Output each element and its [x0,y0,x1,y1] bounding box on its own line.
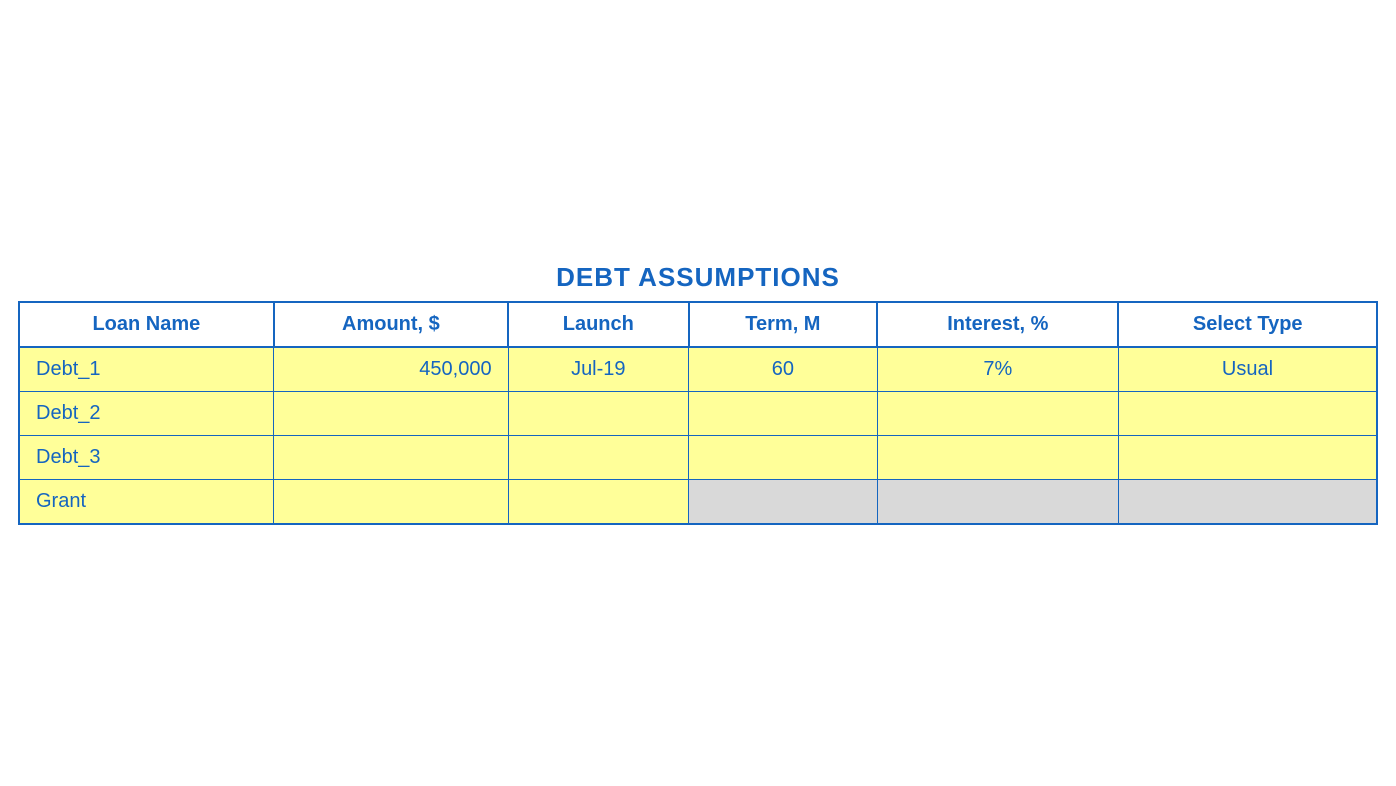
table-cell: Debt_3 [19,435,274,479]
table-row: Debt_1450,000Jul-19607%Usual [19,347,1377,392]
table-cell [274,435,508,479]
table-row: Grant [19,479,1377,524]
table-cell [689,391,878,435]
table-cell: Grant [19,479,274,524]
table-cell: 450,000 [274,347,508,392]
table-cell [877,391,1118,435]
table-cell [508,435,688,479]
table-cell: Jul-19 [508,347,688,392]
table-title: DEBT ASSUMPTIONS [18,262,1378,293]
table-cell: Usual [1118,347,1377,392]
header-loan-name: Loan Name [19,302,274,347]
table-cell [1118,391,1377,435]
table-row: Debt_2 [19,391,1377,435]
table-cell [508,479,688,524]
header-interest: Interest, % [877,302,1118,347]
table-cell: 60 [689,347,878,392]
page-container: DEBT ASSUMPTIONS Loan Name Amount, $ Lau… [0,262,1396,525]
header-term: Term, M [689,302,878,347]
table-cell: 7% [877,347,1118,392]
header-amount: Amount, $ [274,302,508,347]
header-select-type: Select Type [1118,302,1377,347]
table-cell [508,391,688,435]
debt-table: Loan Name Amount, $ Launch Term, M Inter… [18,301,1378,525]
table-cell [274,391,508,435]
table-row: Debt_3 [19,435,1377,479]
table-cell [274,479,508,524]
table-cell [877,479,1118,524]
table-cell [689,479,878,524]
header-launch: Launch [508,302,688,347]
table-wrapper: DEBT ASSUMPTIONS Loan Name Amount, $ Lau… [18,262,1378,525]
table-cell [877,435,1118,479]
table-cell: Debt_2 [19,391,274,435]
table-header-row: Loan Name Amount, $ Launch Term, M Inter… [19,302,1377,347]
table-cell: Debt_1 [19,347,274,392]
table-cell [689,435,878,479]
table-cell [1118,479,1377,524]
table-cell [1118,435,1377,479]
